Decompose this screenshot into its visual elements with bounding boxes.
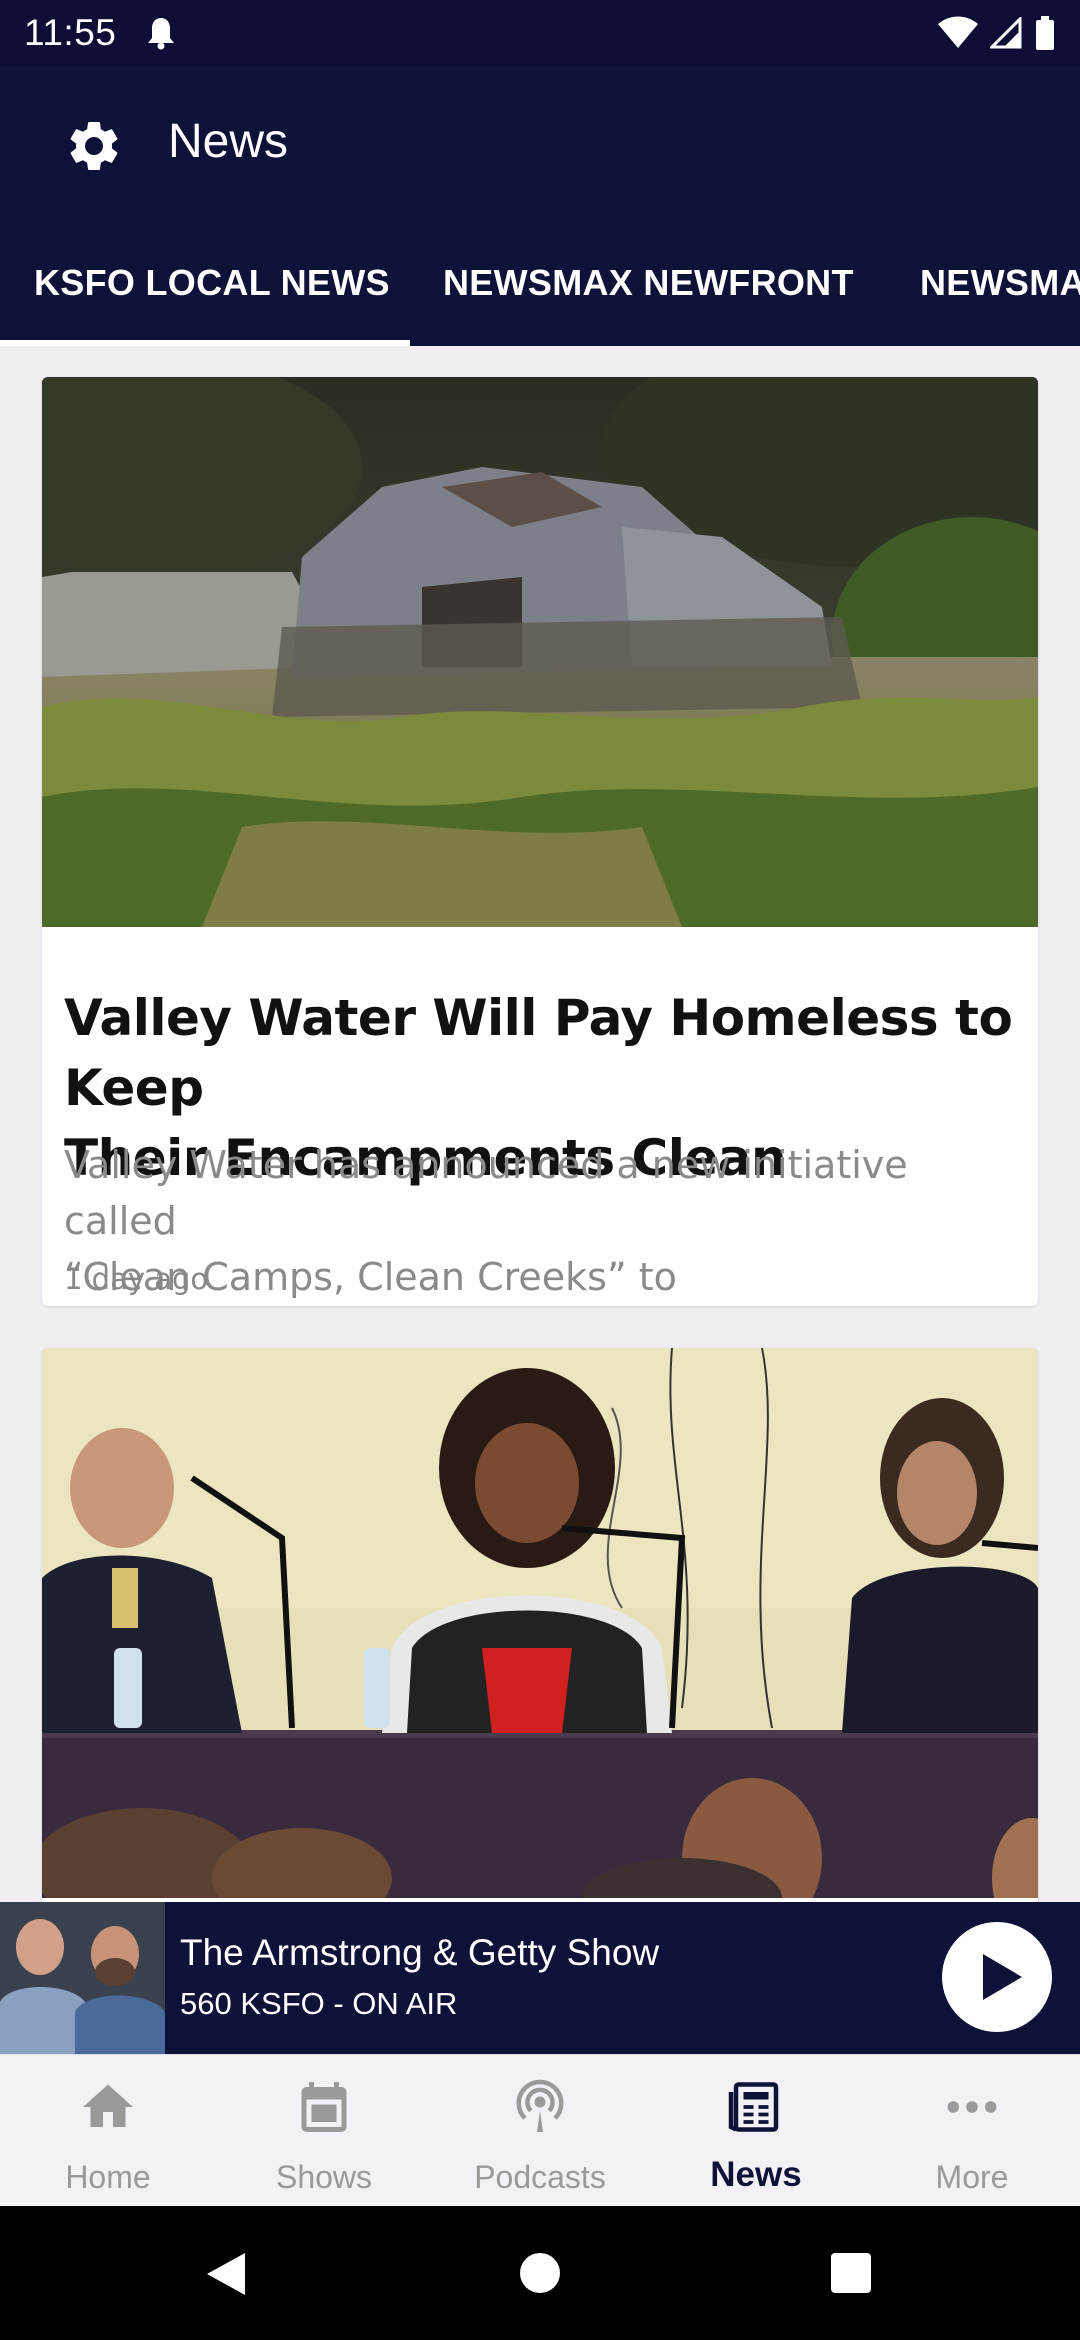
article-timestamp: 1 day ago xyxy=(64,1262,209,1296)
tab-newsmax[interactable]: NEWSMAX xyxy=(920,220,1080,346)
more-icon xyxy=(947,2101,997,2113)
page-title: News xyxy=(168,115,289,168)
news-tabs: KSFO LOCAL NEWS NEWSMAX NEWFRONT NEWSMAX xyxy=(0,220,1080,346)
nav-label: News xyxy=(710,2155,802,2194)
status-bar: 11:55 xyxy=(0,0,1080,66)
article-title-line: Valley Water Will Pay Homeless to Keep xyxy=(64,989,1013,1117)
article-image xyxy=(42,1348,1038,1898)
home-circle-icon[interactable] xyxy=(519,2252,561,2294)
now-playing-title: The Armstrong & Getty Show xyxy=(180,1932,660,1973)
battery-icon xyxy=(1036,16,1054,50)
toolbar: News xyxy=(0,66,1080,222)
article-desc-line: Valley Water has announced a new initiat… xyxy=(64,1143,908,1243)
article-image xyxy=(42,377,1038,927)
nav-item-more[interactable]: More xyxy=(864,2055,1080,2207)
tab-ksfo-local-news[interactable]: KSFO LOCAL NEWS xyxy=(34,220,390,346)
cell-signal-icon xyxy=(990,17,1022,49)
system-navigation-bar xyxy=(0,2206,1080,2340)
back-icon[interactable] xyxy=(205,2251,247,2297)
newspaper-icon xyxy=(728,2082,779,2132)
now-playing-station: 560 KSFO - ON AIR xyxy=(180,1986,458,2021)
nav-item-podcasts[interactable]: Podcasts xyxy=(432,2055,648,2207)
play-icon xyxy=(983,1954,1022,2000)
podcast-icon xyxy=(516,2079,564,2132)
recents-icon[interactable] xyxy=(831,2253,871,2293)
nav-label: Shows xyxy=(275,2159,373,2195)
nav-label: Podcasts xyxy=(474,2159,606,2195)
nav-item-news[interactable]: News xyxy=(648,2055,864,2207)
nav-label: Home xyxy=(65,2159,151,2195)
news-card[interactable] xyxy=(42,1348,1038,1902)
play-button[interactable] xyxy=(942,1922,1052,2032)
wifi-icon xyxy=(938,16,978,48)
status-icons xyxy=(938,16,1056,50)
nav-label: More xyxy=(935,2159,1009,2195)
news-card[interactable]: Valley Water Will Pay Homeless to Keep T… xyxy=(42,377,1038,1306)
status-time: 11:55 xyxy=(24,12,117,53)
gear-icon[interactable] xyxy=(64,116,124,176)
show-artwork xyxy=(0,1902,165,2054)
notification-bell-icon xyxy=(148,18,175,50)
nav-item-shows[interactable]: Shows xyxy=(216,2055,432,2207)
tab-newsmax-newfront[interactable]: NEWSMAX NEWFRONT xyxy=(443,220,854,346)
now-playing-bar[interactable]: The Armstrong & Getty Show 560 KSFO - ON… xyxy=(0,1902,1080,2054)
news-feed[interactable]: Valley Water Will Pay Homeless to Keep T… xyxy=(0,346,1080,1902)
nav-item-home[interactable]: Home xyxy=(0,2055,216,2207)
home-icon xyxy=(83,2084,133,2127)
calendar-icon xyxy=(301,2082,347,2132)
bottom-navigation: Home Shows Podcasts News More xyxy=(0,2054,1080,2206)
